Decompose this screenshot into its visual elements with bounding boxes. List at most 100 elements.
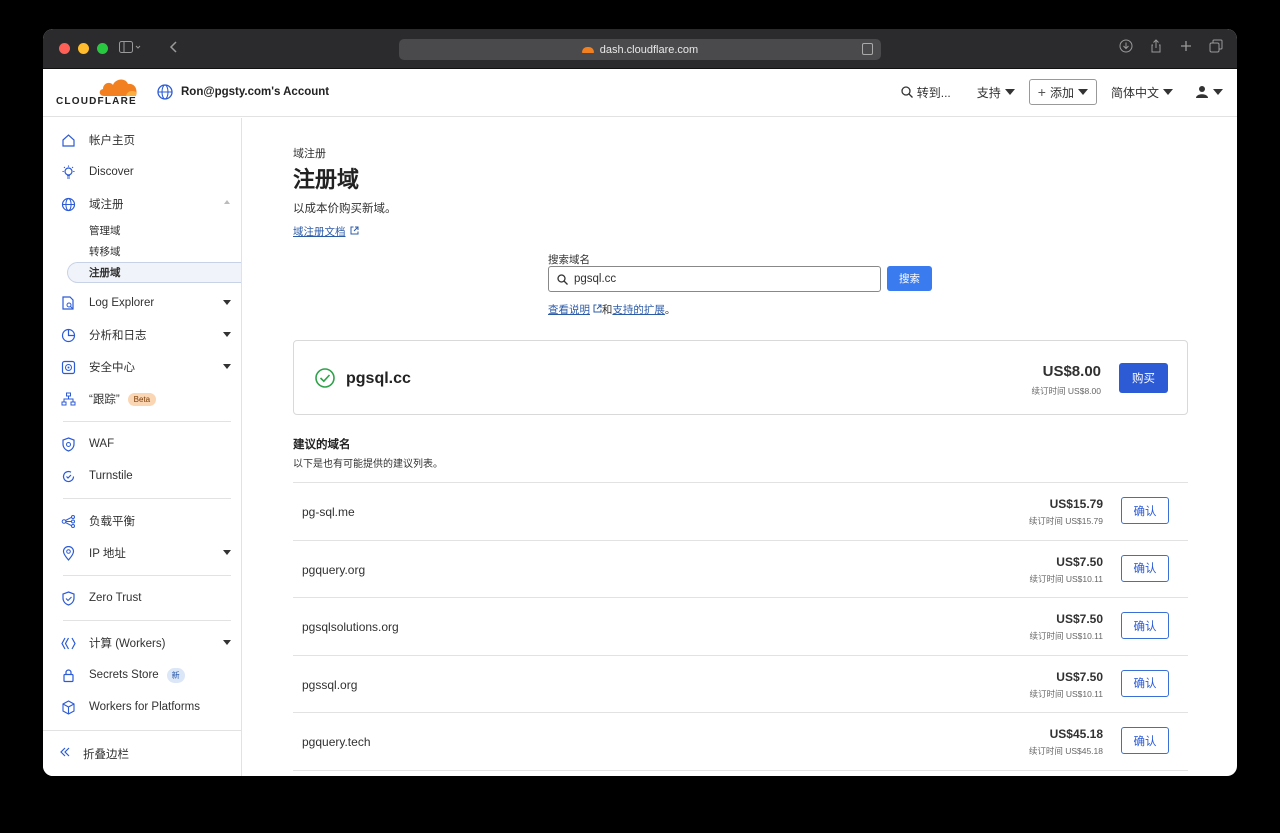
browser-toolbar: dash.cloudflare.com [43,29,1237,69]
list-item: pgquery.tech US$45.18 续订时间 US$45.18 确认 [293,713,1188,771]
sidebar-item-ip-addresses[interactable]: IP 地址 [43,537,241,569]
location-pin-icon [61,545,76,561]
sidebar-item-workers[interactable]: 计算 (Workers) [43,627,241,659]
minimize-window-button[interactable] [78,43,89,54]
supported-extensions-link[interactable]: 支持的扩展 [612,304,665,316]
sidebar-item-analytics-logs[interactable]: 分析和日志 [43,319,241,351]
security-center-icon [61,360,76,375]
globe-icon [157,84,173,100]
sidebar-item-discover[interactable]: Discover [43,156,241,188]
sidebar-item-trace[interactable]: “跟踪” Beta [43,383,241,415]
pie-chart-icon [61,328,76,343]
close-window-button[interactable] [59,43,70,54]
confirm-button[interactable]: 确认 [1121,612,1169,639]
sidebar-item-load-balancing[interactable]: 负载平衡 [43,505,241,537]
sidebar-subitem-label: 管理域 [89,225,121,237]
sidebar-item-label: 帐户主页 [89,135,135,147]
help-and-text: 和 [601,304,613,316]
sidebar-item-label: 负载平衡 [89,516,135,528]
reader-mode-icon[interactable] [862,43,873,55]
sidebar-subitem-manage-domains[interactable]: 管理域 [43,220,241,241]
home-icon [61,133,76,148]
share-icon[interactable] [1149,39,1163,56]
add-button[interactable]: + 添加 [1028,79,1097,105]
maximize-window-button[interactable] [97,43,108,54]
chevron-down-icon [223,550,231,555]
sidebar-subitem-label: 注册域 [89,267,121,279]
lock-icon [61,668,76,683]
new-tab-icon[interactable] [1179,39,1193,56]
suggested-domains-title: 建议的域名 [293,439,351,451]
sidebar-subitem-transfer-domains[interactable]: 转移域 [43,241,241,262]
suggested-domain-price: US$7.50 [1056,669,1103,684]
list-item: pgsqlsolutions.org US$7.50 续订时间 US$10.11… [293,598,1188,656]
sidebar-item-security-center[interactable]: 安全中心 [43,351,241,383]
check-circle-icon [315,368,335,393]
sidebar-item-label: 域注册 [89,199,124,211]
sidebar-item-workers-for-platforms[interactable]: Workers for Platforms [43,691,241,723]
page-title: 注册域 [293,167,360,192]
suggested-domain-price: US$15.79 [1049,497,1103,511]
cloudflare-logo[interactable]: CLOUDFLARE [56,77,140,109]
confirm-button[interactable]: 确认 [1121,497,1169,524]
suggested-domain-price: US$7.50 [1056,612,1103,626]
sidebar-subitem-register-domains[interactable]: 注册域 [67,262,241,283]
sidebar-item-label: 安全中心 [89,362,135,374]
chevron-down-icon [223,364,231,369]
sidebar-item-domain-registration[interactable]: 域注册 [43,188,241,220]
sidebar-item-waf[interactable]: WAF [43,428,241,460]
search-button[interactable]: 搜索 [887,266,932,291]
network-tree-icon [61,392,76,407]
chevron-down-icon [1213,89,1223,95]
user-icon [1196,86,1208,98]
docs-link-label: 域注册文档 [293,226,346,238]
load-balancer-icon [61,514,76,529]
sidebar-item-secrets-store[interactable]: Secrets Store 新 [43,659,241,691]
app-header: CLOUDFLARE Ron@pgsty.com's Account 转到...… [43,69,1237,117]
url-text: dash.cloudflare.com [599,43,699,56]
shield-icon [61,436,76,452]
address-bar[interactable]: dash.cloudflare.com [399,39,881,60]
user-menu[interactable] [1195,79,1223,105]
sidebar-item-label: 计算 (Workers) [89,638,166,650]
domain-registration-docs-link[interactable]: 域注册文档 [293,224,359,239]
suggested-domain-renewal: 续订时间 US$45.18 [1028,746,1103,756]
result-price: US$8.00 [1042,363,1101,380]
sidebar-item-log-explorer[interactable]: Log Explorer [43,287,241,319]
buy-button[interactable]: 购买 [1119,363,1168,393]
sidebar-item-label: WAF [89,438,115,450]
back-icon[interactable] [169,40,179,59]
account-name: Ron@pgsty.com's Account [181,86,330,98]
chevron-down-icon [1077,89,1088,95]
sidebar-item-zero-trust[interactable]: Zero Trust [43,582,241,614]
chevron-up-icon [224,200,230,204]
view-instructions-link[interactable]: 查看说明 [548,304,590,316]
sidebar-divider [63,498,231,499]
suggested-domain-name: pgsqlsolutions.org [302,620,399,634]
confirm-button[interactable]: 确认 [1121,669,1169,697]
sidebar-item-label: 分析和日志 [89,330,147,342]
sidebar-item-turnstile[interactable]: Turnstile [43,460,241,492]
download-icon[interactable] [1119,39,1133,56]
confirm-button[interactable]: 确认 [1121,727,1169,754]
sidebar-divider [63,620,231,621]
double-chevron-left-icon [59,746,71,761]
site-favicon-icon [581,46,594,53]
sidebar-toggle-icon[interactable] [119,40,141,59]
suggested-domains-list: pg-sql.me US$15.79 续订时间 US$15.79 确认 pgqu… [293,482,1188,771]
tab-overview-icon[interactable] [1209,39,1223,56]
account-switcher[interactable]: Ron@pgsty.com's Account [157,84,329,100]
goto-button[interactable]: 转到... [901,79,951,105]
browser-actions [1119,39,1223,56]
list-item: pgssql.org US$7.50 续订时间 US$10.11 确认 [293,656,1188,713]
collapse-sidebar-button[interactable]: 折叠边栏 [43,730,241,776]
support-label: 支持 [976,85,1001,100]
sidebar-item-label: Turnstile [89,470,133,482]
domain-search-input[interactable]: pgsql.cc [548,266,881,292]
sidebar-item-account-home[interactable]: 帐户主页 [43,124,241,156]
confirm-button[interactable]: 确认 [1121,554,1169,582]
support-menu[interactable]: 支持 [977,79,1015,105]
chevron-down-icon [1004,89,1015,95]
language-menu[interactable]: 简体中文 [1111,79,1173,105]
main-content: 域注册 注册域 以成本价购买新域。 域注册文档 搜索域名 pgsql.cc 搜索… [243,118,1237,776]
